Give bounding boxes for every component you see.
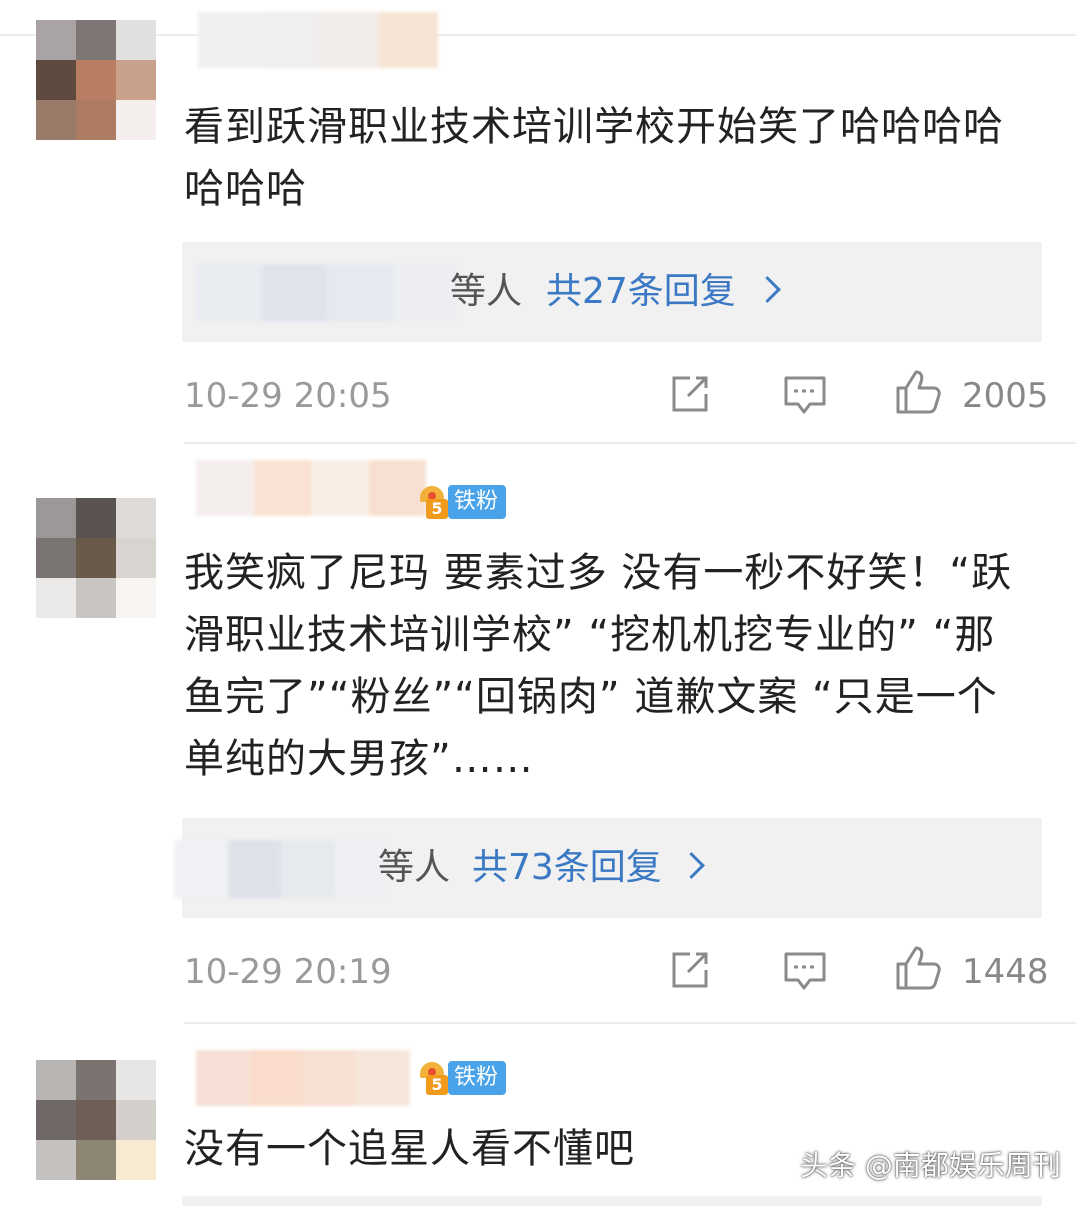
reply-count-link[interactable]: 共73条回复 (472, 842, 662, 894)
reply-users (174, 840, 388, 898)
crown-icon: 5 (416, 484, 448, 520)
divider (184, 442, 1076, 444)
username[interactable] (198, 12, 438, 68)
divider (0, 34, 1076, 36)
reply-preview[interactable]: 等人 共73条回复 (174, 818, 1042, 918)
crown-icon: 5 (416, 1060, 448, 1096)
avatar[interactable] (36, 1060, 156, 1180)
like-count: 1448 (962, 952, 1049, 992)
fan-badge: 5 铁粉 (416, 1060, 507, 1096)
avatar[interactable] (36, 498, 156, 618)
reply-count-link[interactable]: 共27条回复 (546, 266, 736, 318)
like-icon[interactable] (894, 944, 942, 992)
chevron-right-icon[interactable] (678, 852, 705, 879)
comment-text: 我笑疯了尼玛 要素过多 没有一秒不好笑！“跃滑职业技术培训学校” “挖机机挖专业… (184, 550, 1013, 782)
reply-preview-partial (182, 1196, 1042, 1206)
badge-label: 铁粉 (448, 485, 507, 519)
repost-icon[interactable] (668, 948, 714, 992)
fan-badge: 5 铁粉 (416, 484, 507, 520)
comment-icon[interactable] (782, 948, 828, 992)
watermark: 头条 @南都娱乐周刊 (800, 1149, 1061, 1182)
badge-label: 铁粉 (448, 1061, 507, 1095)
username[interactable] (196, 460, 426, 516)
divider (184, 1022, 1076, 1024)
comment-text: 看到跃滑职业技术培训学校开始笑了哈哈哈哈哈哈哈 (184, 104, 1004, 212)
reply-others-label: 等人 (378, 847, 451, 888)
reply-users (196, 264, 458, 322)
comment-icon[interactable] (782, 372, 828, 416)
like-icon[interactable] (894, 368, 942, 416)
like-count: 2005 (962, 376, 1049, 416)
chevron-right-icon[interactable] (754, 276, 781, 303)
comment-time: 10-29 20:19 (184, 952, 392, 992)
avatar[interactable] (36, 20, 156, 140)
username[interactable] (196, 1050, 410, 1106)
comment-time: 10-29 20:05 (184, 376, 392, 416)
reply-preview[interactable]: 等人 共27条回复 (182, 242, 1042, 342)
reply-others-label: 等人 (450, 271, 523, 312)
repost-icon[interactable] (668, 372, 714, 416)
